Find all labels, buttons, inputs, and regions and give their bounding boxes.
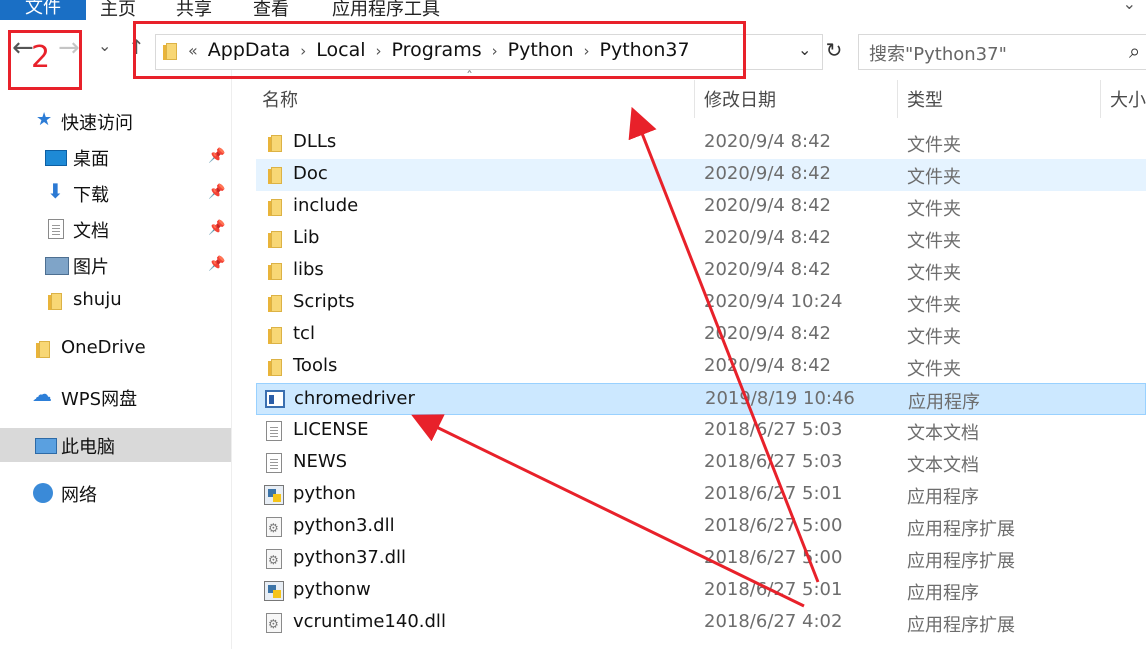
annotation-arrow [628, 106, 820, 583]
annotation-arrows [411, 106, 820, 608]
annotation-arrow [411, 414, 805, 608]
